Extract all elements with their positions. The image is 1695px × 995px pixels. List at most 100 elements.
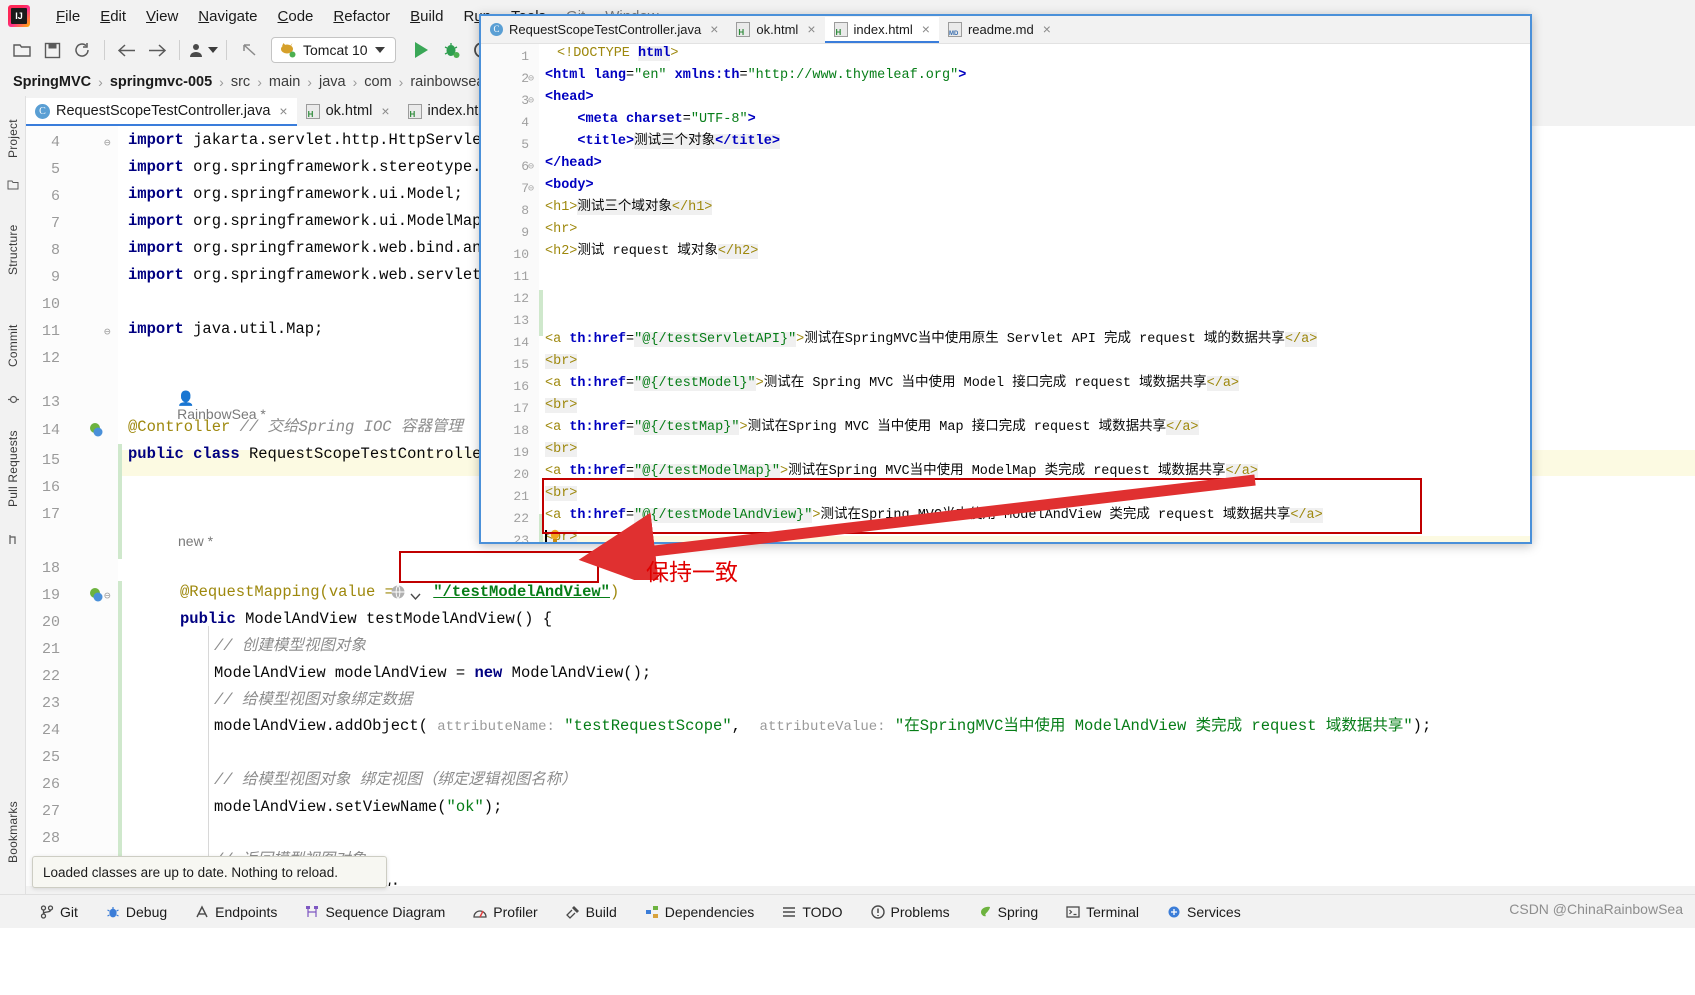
status-item-profiler[interactable]: Profiler xyxy=(459,904,551,920)
line-number: 13 xyxy=(513,313,529,328)
intention-bulb-icon[interactable] xyxy=(549,529,561,542)
status-label: Dependencies xyxy=(664,903,755,920)
sidebar-item-structure[interactable]: Structure xyxy=(0,206,26,294)
line-number: 16 xyxy=(41,479,60,496)
breadcrumb-item-4[interactable]: java xyxy=(316,74,349,90)
notification-balloon[interactable]: Loaded classes are up to date. Nothing t… xyxy=(32,856,387,888)
fold-icon[interactable]: ⊖ xyxy=(528,161,538,173)
user-profile-icon[interactable] xyxy=(188,37,218,63)
line-number: 5 xyxy=(521,137,529,152)
status-item-git[interactable]: Git xyxy=(26,904,92,920)
close-icon[interactable]: × xyxy=(710,21,718,37)
popup-tab-index-html[interactable]: index.html × xyxy=(824,17,939,43)
status-item-endpoints[interactable]: Endpoints xyxy=(181,904,291,920)
popup-tab-readme-md[interactable]: readme.md × xyxy=(939,17,1060,43)
menu-item-code[interactable]: Code xyxy=(268,5,324,28)
sidebar-item-bookmarks[interactable]: Bookmarks xyxy=(0,786,26,878)
sidebar-item-commit[interactable]: Commit xyxy=(0,311,26,381)
fold-icon[interactable]: ⊖ xyxy=(528,95,538,107)
arrow-right-icon[interactable] xyxy=(143,37,171,63)
popup-tab-request-scope-test-controller[interactable]: C RequestScopeTestController.java × xyxy=(481,17,727,43)
fold-icon[interactable]: ⊖ xyxy=(528,183,538,195)
chevron-down-icon[interactable] xyxy=(374,47,385,53)
popup-line-8: <h1>测试三个域对象</h1> xyxy=(545,200,713,215)
line-number: 10 xyxy=(513,247,529,262)
menu-item-build[interactable]: Build xyxy=(400,5,453,28)
status-item-terminal[interactable]: Terminal xyxy=(1052,904,1153,920)
fold-icon[interactable]: ⊖ xyxy=(104,136,115,150)
fold-icon[interactable]: ⊖ xyxy=(104,325,115,339)
new-inlay-hint: new * xyxy=(178,533,214,549)
popup-code-text[interactable]: <!DOCTYPE html> <html lang="en" xmlns:th… xyxy=(539,44,1530,542)
status-label: Terminal xyxy=(1086,903,1140,920)
status-item-dependencies[interactable]: Dependencies xyxy=(631,904,769,920)
breadcrumb-item-0[interactable]: SpringMVC xyxy=(10,74,94,90)
spring-bean-gutter-icon[interactable] xyxy=(88,422,103,437)
run-configuration-selector[interactable]: Tomcat 10 xyxy=(271,37,396,63)
breadcrumb-item-1[interactable]: springmvc-005 xyxy=(107,74,215,90)
todo-list-icon xyxy=(782,905,796,919)
popup-line-10: <h2>测试 request 域对象</h2> xyxy=(545,244,759,259)
menu-item-view[interactable]: View xyxy=(136,5,188,28)
line-number: 11 xyxy=(513,269,529,284)
line-number: 22 xyxy=(513,511,529,526)
menu-item-navigate[interactable]: Navigate xyxy=(188,5,267,28)
debug-button[interactable] xyxy=(438,37,466,63)
comment-bind-data: // 给模型视图对象绑定数据 xyxy=(214,691,413,709)
fold-icon[interactable]: ⊖ xyxy=(528,73,538,85)
undo-arrow-icon[interactable] xyxy=(235,37,263,63)
tab-ok-html[interactable]: ok.html × xyxy=(297,98,399,126)
run-button[interactable] xyxy=(408,37,436,63)
menu-item-refactor[interactable]: Refactor xyxy=(323,5,400,28)
project-folder-icon xyxy=(7,178,19,190)
line-number: 19 xyxy=(41,587,60,604)
tab-label: RequestScopeTestController.java xyxy=(56,103,271,119)
person-icon: 👤 xyxy=(177,390,195,406)
breadcrumb-item-5[interactable]: com xyxy=(361,74,394,90)
index-html-popup-editor[interactable]: C RequestScopeTestController.java × ok.h… xyxy=(479,14,1532,544)
close-icon[interactable]: × xyxy=(1043,21,1051,37)
refresh-icon[interactable] xyxy=(68,37,96,63)
breadcrumb-item-3[interactable]: main xyxy=(266,74,303,90)
fold-icon[interactable]: ⊖ xyxy=(104,589,115,603)
status-item-problems[interactable]: Problems xyxy=(857,904,964,920)
status-item-spring[interactable]: Spring xyxy=(964,904,1052,920)
folder-open-icon[interactable] xyxy=(8,37,36,63)
line-number: 1 xyxy=(521,49,529,64)
breadcrumb-item-2[interactable]: src xyxy=(228,74,253,90)
sidebar-item-pull-requests[interactable]: Pull Requests xyxy=(0,414,26,524)
spring-request-gutter-icon[interactable] xyxy=(88,587,103,602)
annotation-text: @Controller xyxy=(128,418,231,436)
close-icon[interactable]: × xyxy=(807,21,815,37)
editor-gutter[interactable]: 4 ⊖ 5 6 7 8 9 10 11 ⊖ 12 13 14 15 16 17 … xyxy=(26,126,118,886)
save-icon[interactable] xyxy=(38,37,66,63)
popup-gutter[interactable]: 1 2 ⊖ 3 ⊖ 4 5 6 ⊖ 7 ⊖ 8 9 10 11 12 13 14… xyxy=(481,44,539,542)
popup-line-4: <meta charset="UTF-8"> xyxy=(545,112,756,127)
html-file-icon xyxy=(407,103,422,119)
status-item-services[interactable]: Services xyxy=(1153,904,1255,920)
close-icon[interactable]: × xyxy=(279,103,287,119)
line-number: 5 xyxy=(50,161,60,178)
menu-item-file[interactable]: File xyxy=(46,5,90,28)
toolbar-divider-3 xyxy=(226,40,227,60)
sidebar-item-project[interactable]: Project xyxy=(0,104,26,174)
status-item-debug[interactable]: Debug xyxy=(92,904,181,920)
status-bar: Git Debug Endpoints Sequence Diagram Pro… xyxy=(0,894,1695,928)
breadcrumb-item-6[interactable]: rainbowsea xyxy=(407,74,487,90)
chevron-right-icon: › xyxy=(219,74,224,90)
popup-code-editor[interactable]: 1 2 ⊖ 3 ⊖ 4 5 6 ⊖ 7 ⊖ 8 9 10 11 12 13 14… xyxy=(481,44,1530,542)
status-item-sequence-diagram[interactable]: Sequence Diagram xyxy=(291,904,459,920)
status-item-todo[interactable]: TODO xyxy=(768,904,856,920)
arrow-left-icon[interactable] xyxy=(113,37,141,63)
menu-item-edit[interactable]: Edit xyxy=(90,5,136,28)
line-number: 10 xyxy=(41,296,60,313)
line-number: 21 xyxy=(513,489,529,504)
status-item-build[interactable]: Build xyxy=(552,904,631,920)
close-icon[interactable]: × xyxy=(922,21,930,37)
popup-tab-ok-html[interactable]: ok.html × xyxy=(727,17,824,43)
chevron-down-icon[interactable] xyxy=(410,588,421,606)
controller-annotation-line: @Controller // 交给Spring IOC 容器管理 xyxy=(128,419,463,435)
tab-request-scope-test-controller[interactable]: C RequestScopeTestController.java × xyxy=(26,98,297,126)
web-globe-icon[interactable] xyxy=(390,584,406,600)
close-icon[interactable]: × xyxy=(381,103,389,119)
